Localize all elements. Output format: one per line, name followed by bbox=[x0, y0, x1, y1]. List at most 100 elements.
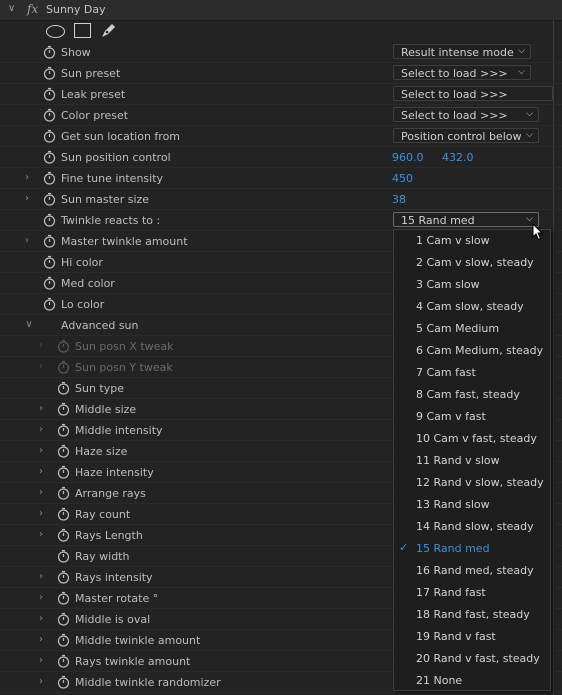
param-label: Arrange rays bbox=[75, 487, 146, 500]
menu-item[interactable]: 19 Rand v fast bbox=[394, 626, 550, 648]
expand-chevron-icon[interactable]: › bbox=[36, 361, 46, 372]
expand-chevron-icon[interactable]: › bbox=[36, 529, 46, 540]
param-value[interactable]: 38 bbox=[392, 193, 406, 206]
param-value[interactable]: 450 bbox=[392, 172, 413, 185]
menu-item-label: 1 Cam v slow bbox=[416, 234, 490, 247]
stopwatch-icon[interactable] bbox=[43, 108, 56, 122]
stopwatch-icon[interactable] bbox=[43, 87, 56, 101]
menu-item[interactable]: 8 Cam fast, steady bbox=[394, 384, 550, 406]
expand-chevron-icon[interactable]: › bbox=[36, 424, 46, 435]
stopwatch-icon[interactable] bbox=[43, 234, 56, 248]
dropdown-value: Position control below bbox=[401, 130, 522, 143]
expand-chevron-icon[interactable]: › bbox=[22, 235, 32, 246]
stopwatch-icon[interactable] bbox=[57, 381, 70, 395]
stopwatch-icon[interactable] bbox=[57, 612, 70, 626]
menu-item[interactable]: 10 Cam v fast, steady bbox=[394, 428, 550, 450]
expand-chevron-icon[interactable]: › bbox=[22, 172, 32, 183]
expand-chevron-icon[interactable]: › bbox=[36, 340, 46, 351]
position-x-value[interactable]: 960.0 bbox=[392, 151, 424, 164]
fx-toggle[interactable]: fx bbox=[27, 2, 38, 16]
stopwatch-icon[interactable] bbox=[57, 591, 70, 605]
menu-item-label: 20 Rand v fast, steady bbox=[416, 652, 540, 665]
leak-preset-dropdown[interactable]: Select to load >>> bbox=[393, 86, 553, 101]
stopwatch-icon[interactable] bbox=[57, 486, 70, 500]
stopwatch-icon[interactable] bbox=[43, 129, 56, 143]
stopwatch-icon[interactable] bbox=[57, 507, 70, 521]
stopwatch-icon[interactable] bbox=[43, 213, 56, 227]
menu-item[interactable]: 21 None bbox=[394, 670, 550, 692]
menu-item[interactable]: 7 Cam fast bbox=[394, 362, 550, 384]
collapse-chevron-icon[interactable]: ∨ bbox=[8, 3, 15, 14]
menu-item[interactable]: 11 Rand v slow bbox=[394, 450, 550, 472]
stopwatch-icon[interactable] bbox=[57, 654, 70, 668]
menu-item[interactable]: 12 Rand v slow, steady bbox=[394, 472, 550, 494]
expand-chevron-icon[interactable]: › bbox=[36, 445, 46, 456]
menu-item[interactable]: 3 Cam slow bbox=[394, 274, 550, 296]
param-row-color-preset: Color preset Select to load >>> ⌵ bbox=[0, 105, 562, 126]
menu-item[interactable]: 9 Cam v fast bbox=[394, 406, 550, 428]
menu-item-label: 19 Rand v fast bbox=[416, 630, 496, 643]
stopwatch-icon[interactable] bbox=[57, 633, 70, 647]
sun-preset-dropdown[interactable]: Select to load >>> ⌵ bbox=[393, 65, 531, 80]
stopwatch-icon[interactable] bbox=[57, 570, 70, 584]
stopwatch-icon[interactable] bbox=[57, 402, 70, 416]
stopwatch-icon[interactable] bbox=[57, 423, 70, 437]
menu-item-selected[interactable]: ✓ 15 Rand med bbox=[394, 538, 550, 560]
twinkle-reacts-dropdown[interactable]: 15 Rand med ⌵ bbox=[393, 212, 539, 227]
menu-item[interactable]: 14 Rand slow, steady bbox=[394, 516, 550, 538]
menu-item[interactable]: 2 Cam v slow, steady bbox=[394, 252, 550, 274]
menu-item[interactable]: 5 Cam Medium bbox=[394, 318, 550, 340]
menu-item[interactable]: 1 Cam v slow bbox=[394, 230, 550, 252]
menu-item[interactable]: 17 Rand fast bbox=[394, 582, 550, 604]
pen-mask-icon[interactable] bbox=[99, 22, 117, 38]
stopwatch-icon[interactable] bbox=[57, 465, 70, 479]
stopwatch-icon[interactable] bbox=[43, 255, 56, 269]
expand-chevron-icon[interactable]: › bbox=[36, 655, 46, 666]
menu-item[interactable]: 16 Rand med, steady bbox=[394, 560, 550, 582]
ellipse-mask-icon[interactable] bbox=[46, 25, 65, 38]
expand-chevron-icon[interactable]: › bbox=[36, 634, 46, 645]
stopwatch-icon[interactable] bbox=[43, 45, 56, 59]
expand-chevron-icon[interactable]: › bbox=[36, 676, 46, 687]
stopwatch-icon[interactable] bbox=[43, 276, 56, 290]
rectangle-mask-icon[interactable] bbox=[74, 23, 91, 38]
param-row-sun-position: Sun position control 960.0 432.0 bbox=[0, 147, 562, 168]
stopwatch-icon[interactable] bbox=[43, 66, 56, 80]
expand-chevron-icon[interactable]: › bbox=[36, 613, 46, 624]
sun-location-dropdown[interactable]: Position control below ⌵ bbox=[393, 128, 539, 143]
menu-item-label: 3 Cam slow bbox=[416, 278, 480, 291]
expand-chevron-icon[interactable]: › bbox=[36, 466, 46, 477]
expand-chevron-icon[interactable]: › bbox=[36, 571, 46, 582]
expand-chevron-icon[interactable]: › bbox=[36, 487, 46, 498]
dropdown-value: Select to load >>> bbox=[401, 67, 508, 80]
param-label: Master rotate ° bbox=[75, 592, 159, 605]
stopwatch-icon[interactable] bbox=[57, 549, 70, 563]
stopwatch-icon[interactable] bbox=[57, 675, 70, 689]
effect-header[interactable]: ∨ fx Sunny Day bbox=[0, 0, 562, 21]
stopwatch-icon[interactable] bbox=[43, 192, 56, 206]
stopwatch-icon[interactable] bbox=[43, 297, 56, 311]
twinkle-reacts-menu: 1 Cam v slow 2 Cam v slow, steady 3 Cam … bbox=[393, 229, 551, 691]
stopwatch-icon[interactable] bbox=[57, 444, 70, 458]
color-preset-dropdown[interactable]: Select to load >>> ⌵ bbox=[393, 107, 539, 122]
show-dropdown[interactable]: Result intense mode ⌵ bbox=[393, 44, 531, 59]
stopwatch-icon[interactable] bbox=[43, 150, 56, 164]
checkmark-icon: ✓ bbox=[399, 541, 409, 554]
expand-chevron-icon[interactable]: › bbox=[22, 193, 32, 204]
position-y-value[interactable]: 432.0 bbox=[442, 151, 474, 164]
expand-chevron-icon[interactable]: › bbox=[36, 508, 46, 519]
menu-item[interactable]: 4 Cam slow, steady bbox=[394, 296, 550, 318]
menu-item[interactable]: 6 Cam Medium, steady bbox=[394, 340, 550, 362]
expand-chevron-icon[interactable]: › bbox=[36, 592, 46, 603]
param-row-fine-tune-intensity: › Fine tune intensity 450 bbox=[0, 168, 562, 189]
stopwatch-icon[interactable] bbox=[57, 528, 70, 542]
collapse-chevron-icon[interactable]: ∨ bbox=[24, 319, 34, 330]
param-row-twinkle-reacts-to: Twinkle reacts to : 15 Rand med ⌵ bbox=[0, 210, 562, 231]
param-label: Sun posn X tweak bbox=[75, 340, 174, 353]
chevron-down-icon: ⌵ bbox=[518, 67, 525, 77]
menu-item[interactable]: 13 Rand slow bbox=[394, 494, 550, 516]
stopwatch-icon[interactable] bbox=[43, 171, 56, 185]
expand-chevron-icon[interactable]: › bbox=[36, 403, 46, 414]
menu-item[interactable]: 18 Rand fast, steady bbox=[394, 604, 550, 626]
menu-item[interactable]: 20 Rand v fast, steady bbox=[394, 648, 550, 670]
